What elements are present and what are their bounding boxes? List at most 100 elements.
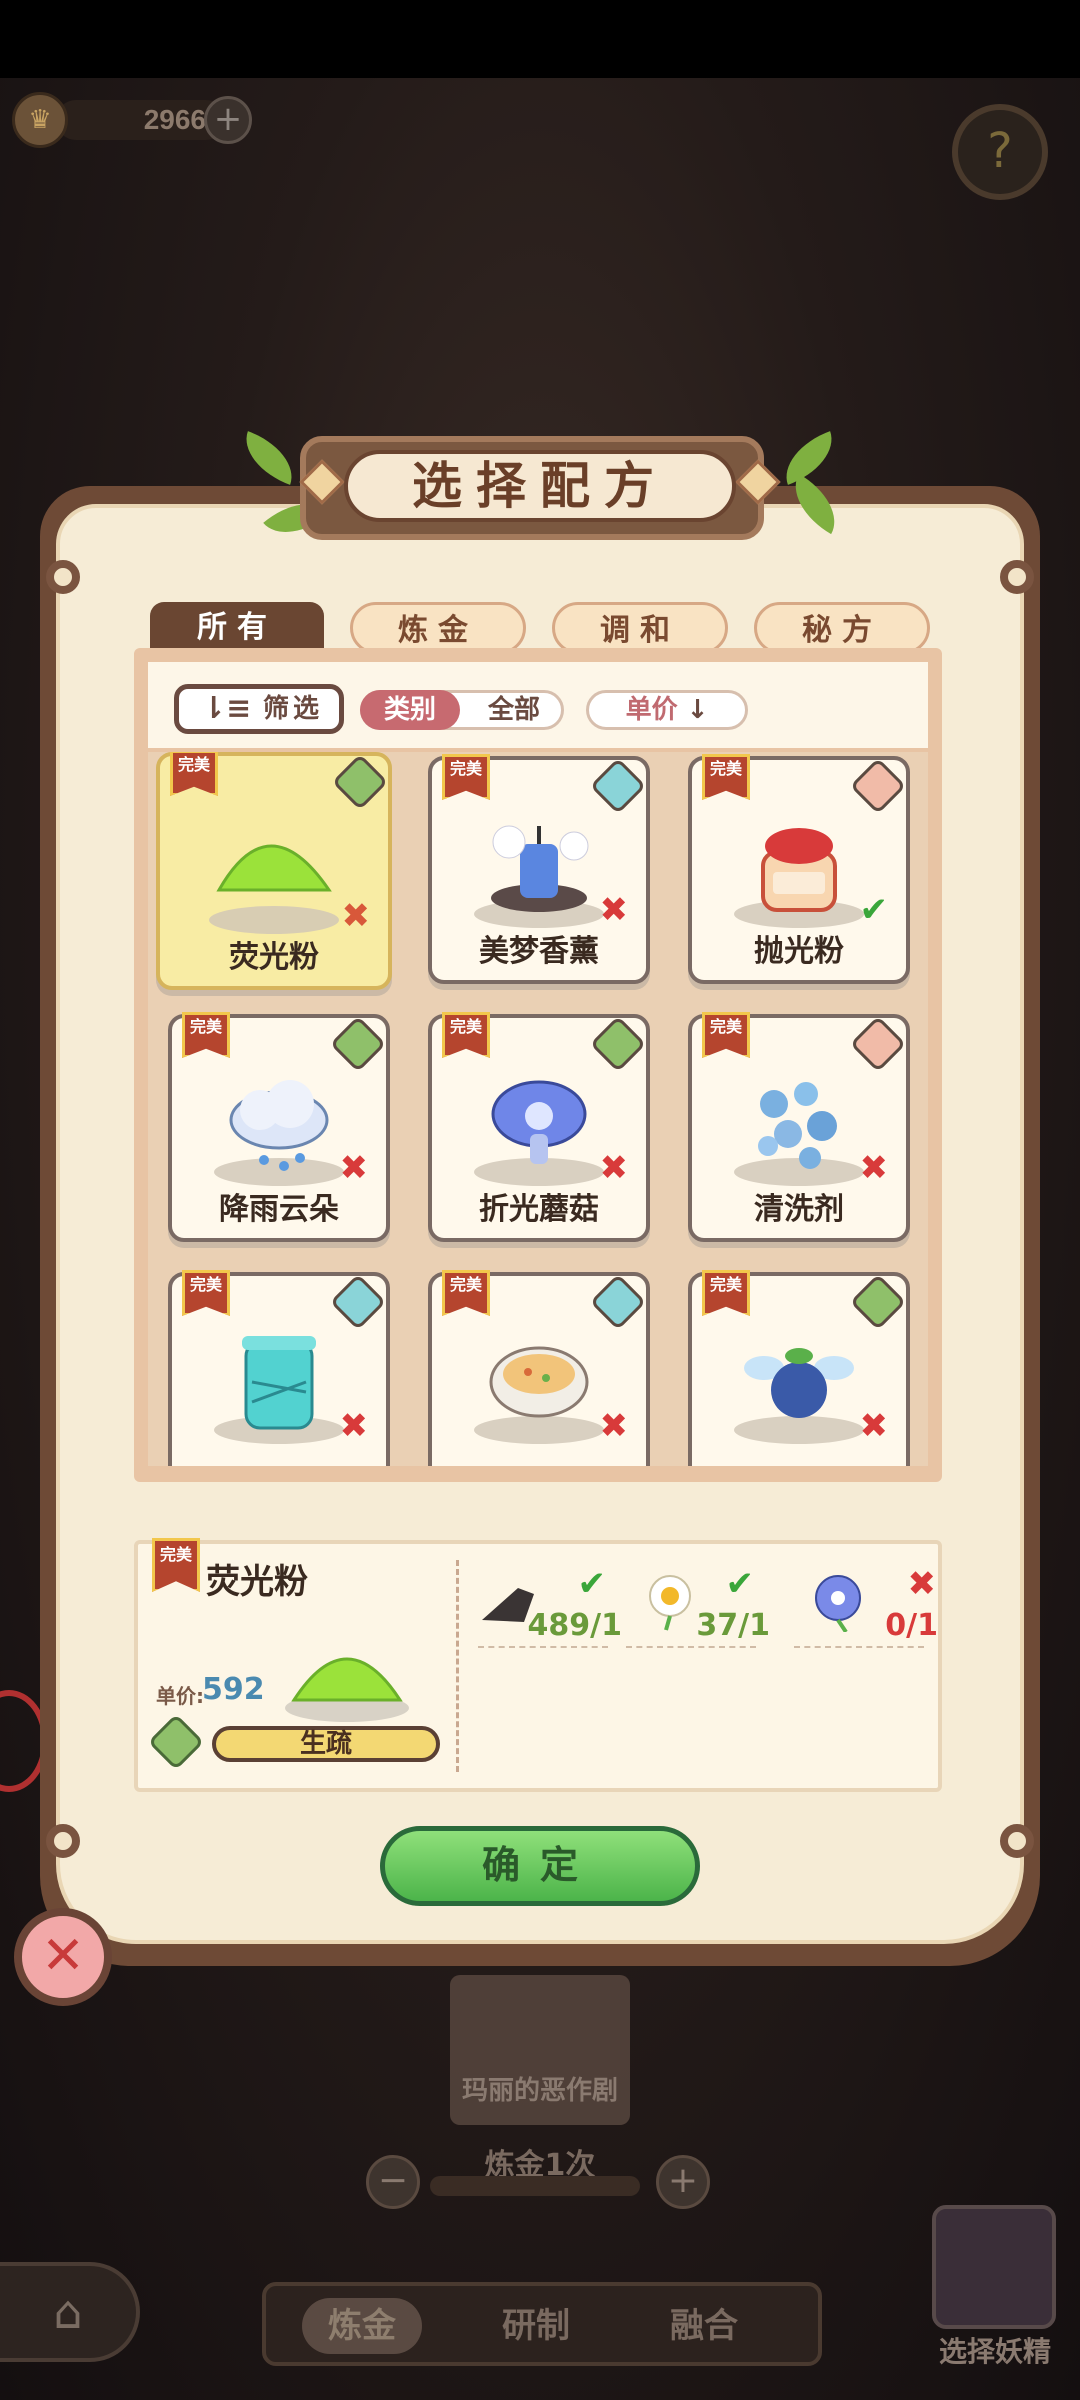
category-value: 全部 [487, 695, 540, 725]
recipe-name: 抛光粉 [754, 934, 844, 969]
cross-icon: ✖ [339, 1406, 369, 1446]
sprout-badge-icon [331, 753, 389, 811]
filter-label: 筛选 [263, 694, 324, 724]
blue-flower-icon [815, 1575, 861, 1632]
price-value: 592 [202, 1672, 265, 1707]
ingredient-slot[interactable]: ✖ 0/1 [788, 1564, 938, 1648]
sort-icon: ⇂≡ [201, 691, 252, 726]
recipe-name: 降雨云朵 [219, 1192, 339, 1227]
mushroom-icon [491, 1080, 587, 1164]
perfect-ribbon: 完美 [702, 1270, 750, 1316]
check-icon: ✔ [725, 1564, 755, 1604]
tab-secret[interactable]: 秘方 [754, 602, 930, 654]
perfect-ribbon: 完美 [702, 754, 750, 800]
close-icon: ✕ [41, 1926, 85, 1986]
status-bar [0, 0, 1080, 78]
recipe-card[interactable]: 完美 ✖ 荧光粉 [156, 752, 392, 990]
recipe-name: 折光蘑菇 [479, 1192, 599, 1227]
glass-jar-icon [242, 1336, 316, 1430]
cross-icon: ✖ [599, 890, 629, 930]
recipe-card[interactable]: 完美 ✖ [428, 1270, 650, 1466]
check-icon: ✔ [859, 890, 889, 930]
cleaner-crystals-icon [758, 1082, 837, 1169]
confirm-button[interactable]: 确定 [380, 1826, 700, 1906]
detail-name: 荧光粉 [206, 1562, 308, 1602]
category-label: 类别 [360, 690, 460, 730]
price-sort-label: 单价 [625, 695, 678, 725]
ingredient-count: 37/1 [696, 1608, 770, 1643]
ingredient-slot[interactable]: ✔ 489/1 [472, 1564, 622, 1648]
help-button[interactable]: ? [952, 104, 1048, 200]
drop-badge-icon [589, 757, 647, 815]
bottom-tab-alchemy: 炼金 [302, 2298, 422, 2354]
perfect-ribbon: 完美 [170, 752, 218, 796]
recipe-card[interactable]: 完美 ✖ 降雨云朵 [168, 1012, 390, 1242]
cross-icon: ✖ [859, 1406, 889, 1446]
fairy-portrait [932, 2205, 1056, 2329]
recipe-grid: 完美 ✖ 荧光粉 完美 ✖ 美梦香薰 完美 ✔ 抛光粉 完美 ✖ 降雨云朵 完美… [148, 752, 928, 1466]
fairy-label: 选择妖精 [938, 2335, 1051, 2368]
recipe-name: 美梦香薰 [479, 934, 599, 969]
cross-icon: ✖ [599, 1148, 629, 1188]
cross-icon: ✖ [599, 1406, 629, 1446]
background-card-label: 玛丽的恶作剧 [461, 2076, 618, 2106]
tab-all[interactable]: 所有 [150, 602, 324, 654]
cross-icon: ✖ [339, 1148, 369, 1188]
glow-powder-icon [285, 1657, 409, 1722]
aroma-candle-icon [491, 825, 589, 912]
panel-corner [46, 1824, 80, 1858]
check-icon: ✔ [577, 1564, 607, 1604]
perfect-ribbon: 完美 [442, 1012, 490, 1058]
cross-icon: ✖ [859, 1148, 889, 1188]
panel-corner [46, 560, 80, 594]
perfect-ribbon: 完美 [442, 754, 490, 800]
sort-arrow-icon: ↓ [686, 695, 709, 725]
ingredient-slot[interactable]: ✔ 37/1 [620, 1564, 770, 1648]
perfect-ribbon: 完美 [702, 1012, 750, 1058]
soup-bowl-icon [489, 1346, 589, 1418]
background-plus-button: + [656, 2155, 710, 2209]
panel-corner [1000, 560, 1034, 594]
recipe-card[interactable]: 完美 ✖ 折光蘑菇 [428, 1012, 650, 1242]
perfect-ribbon: 完美 [442, 1270, 490, 1316]
polish-powder-jar-icon [761, 828, 837, 912]
home-icon: ⌂ [0, 2262, 140, 2362]
ingredient-count: 489/1 [527, 1608, 622, 1643]
currency-value: 2966 [143, 104, 206, 135]
recipe-card[interactable]: 完美 ✖ 清洗剂 [688, 1012, 910, 1242]
ingredient-count: 0/1 [885, 1608, 938, 1643]
drop-badge-icon [589, 1273, 647, 1331]
recipe-card[interactable]: 完美 ✖ 美梦香薰 [428, 754, 650, 984]
winged-fruit-icon [744, 1348, 854, 1418]
tab-blend[interactable]: 调和 [552, 602, 728, 654]
recipe-name: 荧光粉 [229, 940, 319, 975]
perfect-ribbon: 完美 [182, 1270, 230, 1316]
glow-powder-icon [216, 844, 332, 892]
add-currency-button[interactable]: + [204, 96, 252, 144]
sprout-badge-icon [589, 1015, 647, 1073]
rain-cloud-icon [229, 1080, 329, 1171]
price-sort-button[interactable]: 单价 ↓ [586, 690, 748, 730]
divider [456, 1560, 459, 1772]
filter-button[interactable]: ⇂≡ 筛选 [174, 684, 344, 734]
bottom-tabs: 炼金 研制 融合 [262, 2282, 822, 2366]
recipe-card[interactable]: 完美 ✖ [168, 1270, 390, 1466]
mountain-badge-icon [849, 1015, 907, 1073]
recipe-card[interactable]: 完美 ✖ [688, 1270, 910, 1466]
recipe-card[interactable]: 完美 ✔ 抛光粉 [688, 754, 910, 984]
close-button[interactable]: ✕ [14, 1908, 112, 2006]
perfect-ribbon: 完美 [182, 1012, 230, 1058]
currency-display: ♛ 2966 + [12, 92, 252, 148]
tab-alchemy[interactable]: 炼金 [350, 602, 526, 654]
daisy-icon [649, 1575, 691, 1631]
panel-corner [1000, 1824, 1034, 1858]
sprout-badge-icon [849, 1273, 907, 1331]
proficiency-bar: 生疏 [212, 1726, 440, 1762]
bottom-tab-fusion: 融合 [670, 2306, 738, 2346]
cross-icon: ✖ [341, 896, 371, 936]
background-progress [430, 2176, 640, 2196]
dialog-title: 选择配方 [344, 450, 736, 522]
cross-icon: ✖ [907, 1564, 937, 1604]
mountain-badge-icon [849, 757, 907, 815]
drop-badge-icon [329, 1273, 387, 1331]
